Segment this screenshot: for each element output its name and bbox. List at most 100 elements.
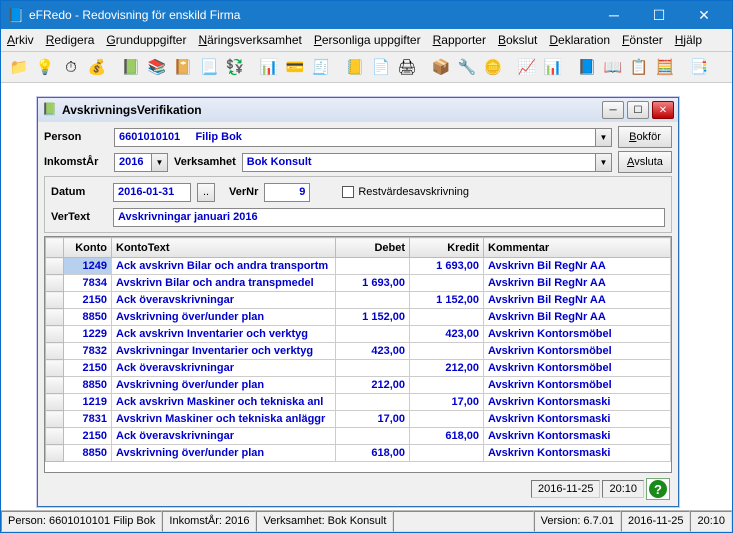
table-row[interactable]: 7832Avskrivningar Inventarier och verkty… bbox=[46, 343, 671, 360]
cell-text[interactable]: Ack överavskrivningar bbox=[112, 360, 336, 377]
bokfor-button[interactable]: BBokförokför bbox=[618, 126, 672, 148]
table-row[interactable]: 1219Ack avskrivn Maskiner och tekniska a… bbox=[46, 394, 671, 411]
vernr-input[interactable] bbox=[264, 183, 310, 202]
cell-kredit[interactable] bbox=[410, 275, 484, 292]
toolbar-button-5[interactable]: 📚 bbox=[145, 55, 169, 79]
cell-kredit[interactable]: 423,00 bbox=[410, 326, 484, 343]
toolbar-button-0[interactable]: 📁 bbox=[7, 55, 31, 79]
toolbar-button-1[interactable]: 💡 bbox=[33, 55, 57, 79]
cell-komm[interactable]: Avskrivn Kontorsmaski bbox=[484, 428, 671, 445]
toolbar-button-16[interactable]: 🔧 bbox=[455, 55, 479, 79]
restvarde-checkbox[interactable]: Restvärdesavskrivning bbox=[342, 186, 469, 198]
cell-debet[interactable] bbox=[336, 394, 410, 411]
cell-text[interactable]: Avskrivn Maskiner och tekniska anläggr bbox=[112, 411, 336, 428]
cell-text[interactable]: Avskrivning över/under plan bbox=[112, 377, 336, 394]
table-row[interactable]: 2150Ack överavskrivningar1 152,00Avskriv… bbox=[46, 292, 671, 309]
cell-kredit[interactable]: 618,00 bbox=[410, 428, 484, 445]
grid-header-kommentar[interactable]: Kommentar bbox=[484, 238, 671, 258]
avsluta-button[interactable]: Avsluta bbox=[618, 151, 672, 173]
cell-kredit[interactable] bbox=[410, 309, 484, 326]
cell-text[interactable]: Ack avskrivn Maskiner och tekniska anl bbox=[112, 394, 336, 411]
toolbar-button-8[interactable]: 💱 bbox=[223, 55, 247, 79]
cell-konto[interactable]: 7831 bbox=[64, 411, 112, 428]
cell-komm[interactable]: Avskrivn Kontorsmaski bbox=[484, 411, 671, 428]
datum-picker-button[interactable]: .. bbox=[197, 183, 215, 202]
toolbar-button-6[interactable]: 📔 bbox=[171, 55, 195, 79]
toolbar-button-12[interactable]: 📒 bbox=[343, 55, 367, 79]
table-row[interactable]: 1249Ack avskrivn Bilar och andra transpo… bbox=[46, 258, 671, 275]
child-maximize-button[interactable]: ☐ bbox=[627, 101, 649, 119]
menu-hjälp[interactable]: Hjälp bbox=[675, 33, 702, 47]
cell-text[interactable]: Avskrivning över/under plan bbox=[112, 309, 336, 326]
toolbar-button-9[interactable]: 📊 bbox=[257, 55, 281, 79]
cell-komm[interactable]: Avskrivn Bil RegNr AA bbox=[484, 292, 671, 309]
grid-header-kontotext[interactable]: KontoText bbox=[112, 238, 336, 258]
toolbar-button-18[interactable]: 📈 bbox=[515, 55, 539, 79]
grid-header-konto[interactable]: Konto bbox=[64, 238, 112, 258]
toolbar-button-22[interactable]: 📋 bbox=[627, 55, 651, 79]
cell-komm[interactable]: Avskrivn Bil RegNr AA bbox=[484, 258, 671, 275]
cell-debet[interactable] bbox=[336, 258, 410, 275]
cell-konto[interactable]: 2150 bbox=[64, 428, 112, 445]
cell-komm[interactable]: Avskrivn Bil RegNr AA bbox=[484, 275, 671, 292]
person-combo[interactable] bbox=[114, 128, 596, 147]
menu-deklaration[interactable]: Deklaration bbox=[549, 33, 610, 47]
cell-komm[interactable]: Avskrivn Kontorsmöbel bbox=[484, 326, 671, 343]
cell-debet[interactable]: 618,00 bbox=[336, 445, 410, 462]
cell-konto[interactable]: 7832 bbox=[64, 343, 112, 360]
menu-personliga uppgifter[interactable]: Personliga uppgifter bbox=[314, 33, 421, 47]
cell-text[interactable]: Avskrivn Bilar och andra transpmedel bbox=[112, 275, 336, 292]
toolbar-button-10[interactable]: 💳 bbox=[283, 55, 307, 79]
grid-header-debet[interactable]: Debet bbox=[336, 238, 410, 258]
toolbar-button-19[interactable]: 📊 bbox=[541, 55, 565, 79]
cell-kredit[interactable] bbox=[410, 343, 484, 360]
toolbar-button-2[interactable]: ⏱ bbox=[59, 55, 83, 79]
grid-header-kredit[interactable]: Kredit bbox=[410, 238, 484, 258]
menu-näringsverksamhet[interactable]: Näringsverksamhet bbox=[198, 33, 301, 47]
menu-redigera[interactable]: Redigera bbox=[46, 33, 95, 47]
toolbar-button-24[interactable]: 📑 bbox=[687, 55, 711, 79]
cell-konto[interactable]: 1229 bbox=[64, 326, 112, 343]
datum-input[interactable] bbox=[113, 183, 191, 202]
verksamhet-dropdown-button[interactable]: ▼ bbox=[596, 153, 612, 172]
table-row[interactable]: 2150Ack överavskrivningar 212,00Avskrivn … bbox=[46, 360, 671, 377]
menu-fönster[interactable]: Fönster bbox=[622, 33, 663, 47]
cell-komm[interactable]: Avskrivn Kontorsmaski bbox=[484, 445, 671, 462]
minimize-button[interactable]: ─ bbox=[592, 5, 636, 25]
grid[interactable]: KontoKontoTextDebetKreditKommentar 1249A… bbox=[44, 236, 672, 473]
cell-debet[interactable] bbox=[336, 326, 410, 343]
cell-konto[interactable]: 8850 bbox=[64, 309, 112, 326]
cell-kredit[interactable]: 212,00 bbox=[410, 360, 484, 377]
cell-komm[interactable]: Avskrivn Kontorsmöbel bbox=[484, 343, 671, 360]
toolbar-button-14[interactable]: 🖨 bbox=[395, 55, 419, 79]
cell-konto[interactable]: 2150 bbox=[64, 360, 112, 377]
cell-konto[interactable]: 8850 bbox=[64, 445, 112, 462]
cell-text[interactable]: Avskrivning över/under plan bbox=[112, 445, 336, 462]
cell-komm[interactable]: Avskrivn Kontorsmöbel bbox=[484, 377, 671, 394]
help-button[interactable]: ? bbox=[646, 478, 670, 500]
vertext-input[interactable] bbox=[113, 208, 665, 227]
cell-debet[interactable]: 423,00 bbox=[336, 343, 410, 360]
toolbar-button-4[interactable]: 📗 bbox=[119, 55, 143, 79]
cell-debet[interactable] bbox=[336, 292, 410, 309]
cell-komm[interactable]: Avskrivn Kontorsmöbel bbox=[484, 360, 671, 377]
cell-kredit[interactable] bbox=[410, 377, 484, 394]
table-row[interactable]: 8850Avskrivning över/under plan1 152,00A… bbox=[46, 309, 671, 326]
child-close-button[interactable]: ✕ bbox=[652, 101, 674, 119]
menu-bokslut[interactable]: Bokslut bbox=[498, 33, 537, 47]
toolbar-button-17[interactable]: 🪙 bbox=[481, 55, 505, 79]
cell-text[interactable]: Ack överavskrivningar bbox=[112, 428, 336, 445]
toolbar-button-23[interactable]: 🧮 bbox=[653, 55, 677, 79]
toolbar-button-21[interactable]: 📖 bbox=[601, 55, 625, 79]
table-row[interactable]: 1229Ack avskrivn Inventarier och verktyg… bbox=[46, 326, 671, 343]
cell-debet[interactable] bbox=[336, 428, 410, 445]
verksamhet-combo[interactable] bbox=[242, 153, 596, 172]
cell-konto[interactable]: 8850 bbox=[64, 377, 112, 394]
cell-kredit[interactable] bbox=[410, 445, 484, 462]
table-row[interactable]: 7831Avskrivn Maskiner och tekniska anläg… bbox=[46, 411, 671, 428]
maximize-button[interactable]: ☐ bbox=[637, 5, 681, 25]
cell-debet[interactable]: 17,00 bbox=[336, 411, 410, 428]
menu-rapporter[interactable]: Rapporter bbox=[433, 33, 486, 47]
toolbar-button-20[interactable]: 📘 bbox=[575, 55, 599, 79]
cell-kredit[interactable] bbox=[410, 411, 484, 428]
